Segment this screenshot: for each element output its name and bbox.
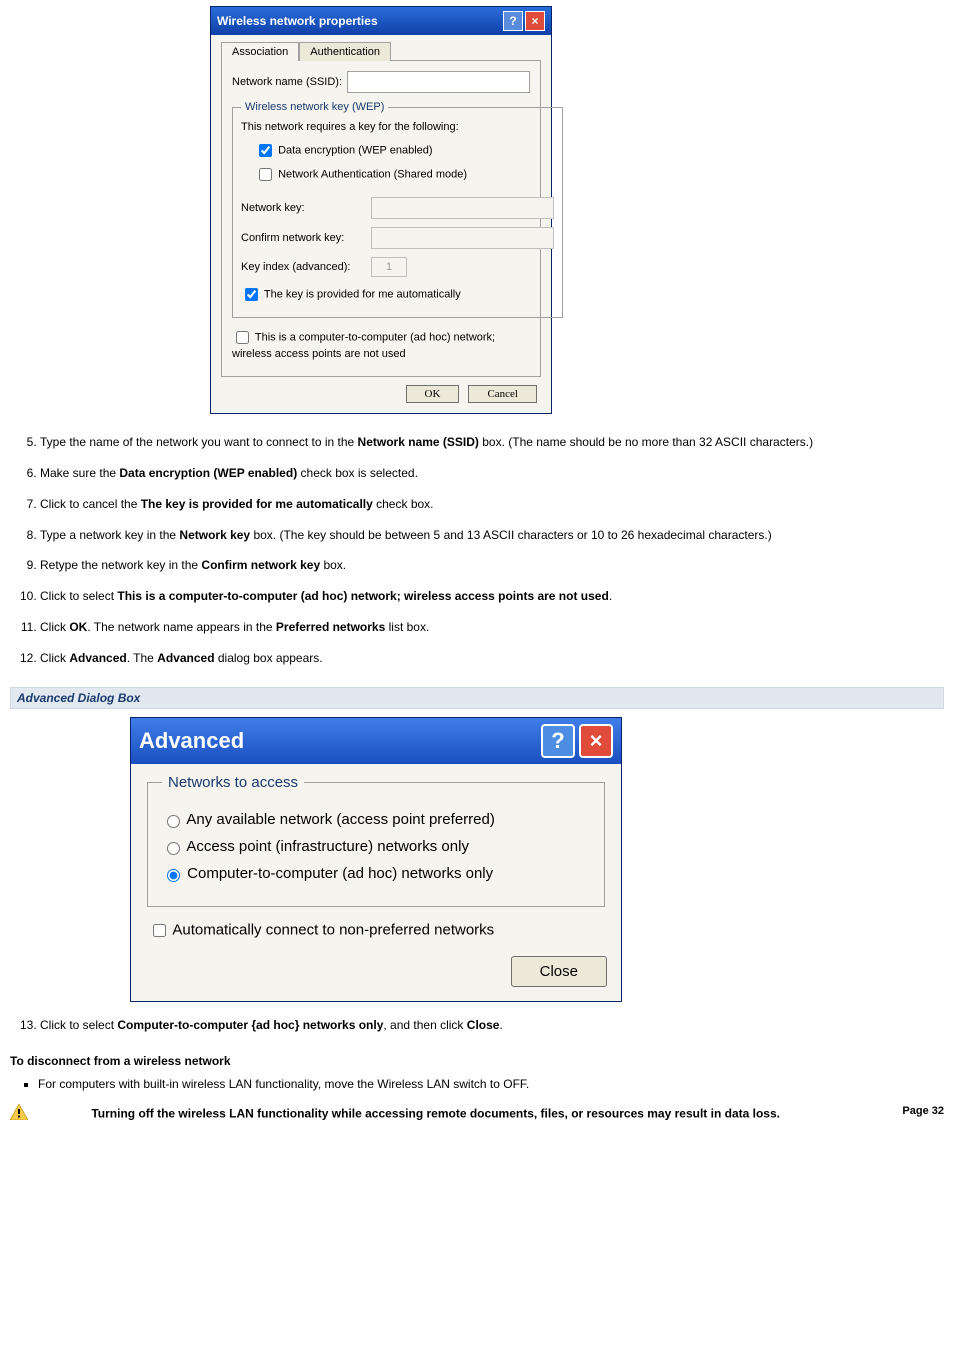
data-encryption-checkbox[interactable] (259, 144, 272, 157)
auto-key-label: The key is provided for me automatically (264, 288, 461, 300)
help-icon[interactable]: ? (541, 724, 575, 758)
ssid-label: Network name (SSID): (232, 76, 347, 88)
page-number: Page 32 (902, 1104, 944, 1119)
figure-wireless-properties: Wireless network properties ? × Associat… (10, 6, 944, 414)
wireless-properties-dialog: Wireless network properties ? × Associat… (210, 6, 552, 414)
key-index-label: Key index (advanced): (241, 261, 371, 273)
network-auth-row: Network Authentication (Shared mode) (255, 165, 554, 184)
advanced-heading: Advanced Dialog Box (10, 687, 944, 709)
dialog-title: Wireless network properties (217, 14, 501, 28)
adv-title: Advanced (139, 728, 537, 754)
data-encryption-label: Data encryption (WEP enabled) (278, 144, 433, 156)
confirm-key-input (371, 227, 554, 249)
auto-key-row: The key is provided for me automatically (241, 285, 554, 304)
radio-adhoc-row: Computer-to-computer (ad hoc) networks o… (162, 865, 590, 882)
step-11: Click OK. The network name appears in th… (40, 619, 944, 636)
step-9: Retype the network key in the Confirm ne… (40, 557, 944, 574)
radio-infra[interactable] (167, 842, 180, 855)
auto-key-checkbox[interactable] (245, 288, 258, 301)
tab-association[interactable]: Association (221, 42, 299, 61)
adhoc-label: This is a computer-to-computer (ad hoc) … (232, 331, 495, 360)
radio-infra-row: Access point (infrastructure) networks o… (162, 838, 590, 855)
confirm-key-row: Confirm network key: (241, 227, 554, 249)
network-auth-checkbox[interactable] (259, 168, 272, 181)
figure-advanced: Advanced ? × Networks to access Any avai… (10, 717, 944, 1002)
disconnect-item: For computers with built-in wireless LAN… (38, 1076, 944, 1093)
radio-any-label: Any available network (access point pref… (186, 811, 494, 828)
close-button[interactable]: Close (511, 956, 607, 987)
step-12: Click Advanced. The Advanced dialog box … (40, 650, 944, 667)
confirm-key-label: Confirm network key: (241, 232, 371, 244)
requires-text: This network requires a key for the foll… (241, 121, 554, 133)
cancel-button[interactable]: Cancel (468, 385, 537, 403)
network-key-row: Network key: (241, 197, 554, 219)
network-key-input (371, 197, 554, 219)
instruction-list-2: Click to select Computer-to-computer {ad… (10, 1017, 944, 1034)
tab-panel: Network name (SSID): Wireless network ke… (221, 60, 541, 377)
network-auth-label: Network Authentication (Shared mode) (278, 168, 467, 180)
warning-row: Page 32 Turning off the wireless LAN fun… (10, 1104, 944, 1125)
step-6: Make sure the Data encryption (WEP enabl… (40, 465, 944, 482)
radio-any[interactable] (167, 815, 180, 828)
ssid-row: Network name (SSID): (232, 71, 530, 93)
key-index-spinner: 1 (371, 257, 407, 277)
key-index-value: 1 (386, 261, 392, 273)
auto-connect-checkbox[interactable] (153, 924, 166, 937)
warning-text: Turning off the wireless LAN functionali… (91, 1107, 780, 1121)
disconnect-list: For computers with built-in wireless LAN… (10, 1076, 944, 1093)
close-icon[interactable]: × (579, 724, 613, 758)
disconnect-heading: To disconnect from a wireless network (10, 1054, 944, 1068)
auto-connect-label: Automatically connect to non-preferred n… (172, 921, 494, 938)
wep-legend: Wireless network key (WEP) (241, 101, 388, 113)
radio-infra-label: Access point (infrastructure) networks o… (186, 838, 469, 855)
tabs: Association Authentication (221, 41, 541, 60)
network-key-label: Network key: (241, 202, 371, 214)
radio-adhoc[interactable] (167, 869, 180, 882)
step-8: Type a network key in the Network key bo… (40, 527, 944, 544)
wep-fieldset: Wireless network key (WEP) This network … (232, 101, 563, 318)
step-7: Click to cancel the The key is provided … (40, 496, 944, 513)
networks-to-access-fieldset: Networks to access Any available network… (147, 774, 605, 907)
step-13: Click to select Computer-to-computer {ad… (40, 1017, 944, 1034)
adv-body: Networks to access Any available network… (131, 764, 621, 1001)
advanced-dialog: Advanced ? × Networks to access Any avai… (130, 717, 622, 1002)
data-encryption-row: Data encryption (WEP enabled) (255, 141, 554, 160)
dialog-buttons: OK Cancel (221, 377, 541, 403)
step-10: Click to select This is a computer-to-co… (40, 588, 944, 605)
ok-button[interactable]: OK (406, 385, 460, 403)
radio-any-row: Any available network (access point pref… (162, 811, 590, 828)
warning-icon (10, 1104, 28, 1125)
help-icon[interactable]: ? (503, 11, 523, 31)
adv-titlebar: Advanced ? × (131, 718, 621, 764)
adv-legend: Networks to access (162, 774, 304, 791)
ssid-input[interactable] (347, 71, 530, 93)
adhoc-checkbox[interactable] (236, 331, 249, 344)
instruction-list-1: Type the name of the network you want to… (10, 434, 944, 666)
dialog-body: Association Authentication Network name … (211, 35, 551, 413)
radio-adhoc-label: Computer-to-computer (ad hoc) networks o… (187, 865, 493, 882)
close-icon[interactable]: × (525, 11, 545, 31)
step-5: Type the name of the network you want to… (40, 434, 944, 451)
auto-connect-row: Automatically connect to non-preferred n… (149, 921, 603, 940)
adhoc-row: This is a computer-to-computer (ad hoc) … (232, 328, 530, 361)
tab-authentication[interactable]: Authentication (299, 42, 391, 61)
key-index-row: Key index (advanced): 1 (241, 257, 554, 277)
dialog-titlebar: Wireless network properties ? × (211, 7, 551, 35)
